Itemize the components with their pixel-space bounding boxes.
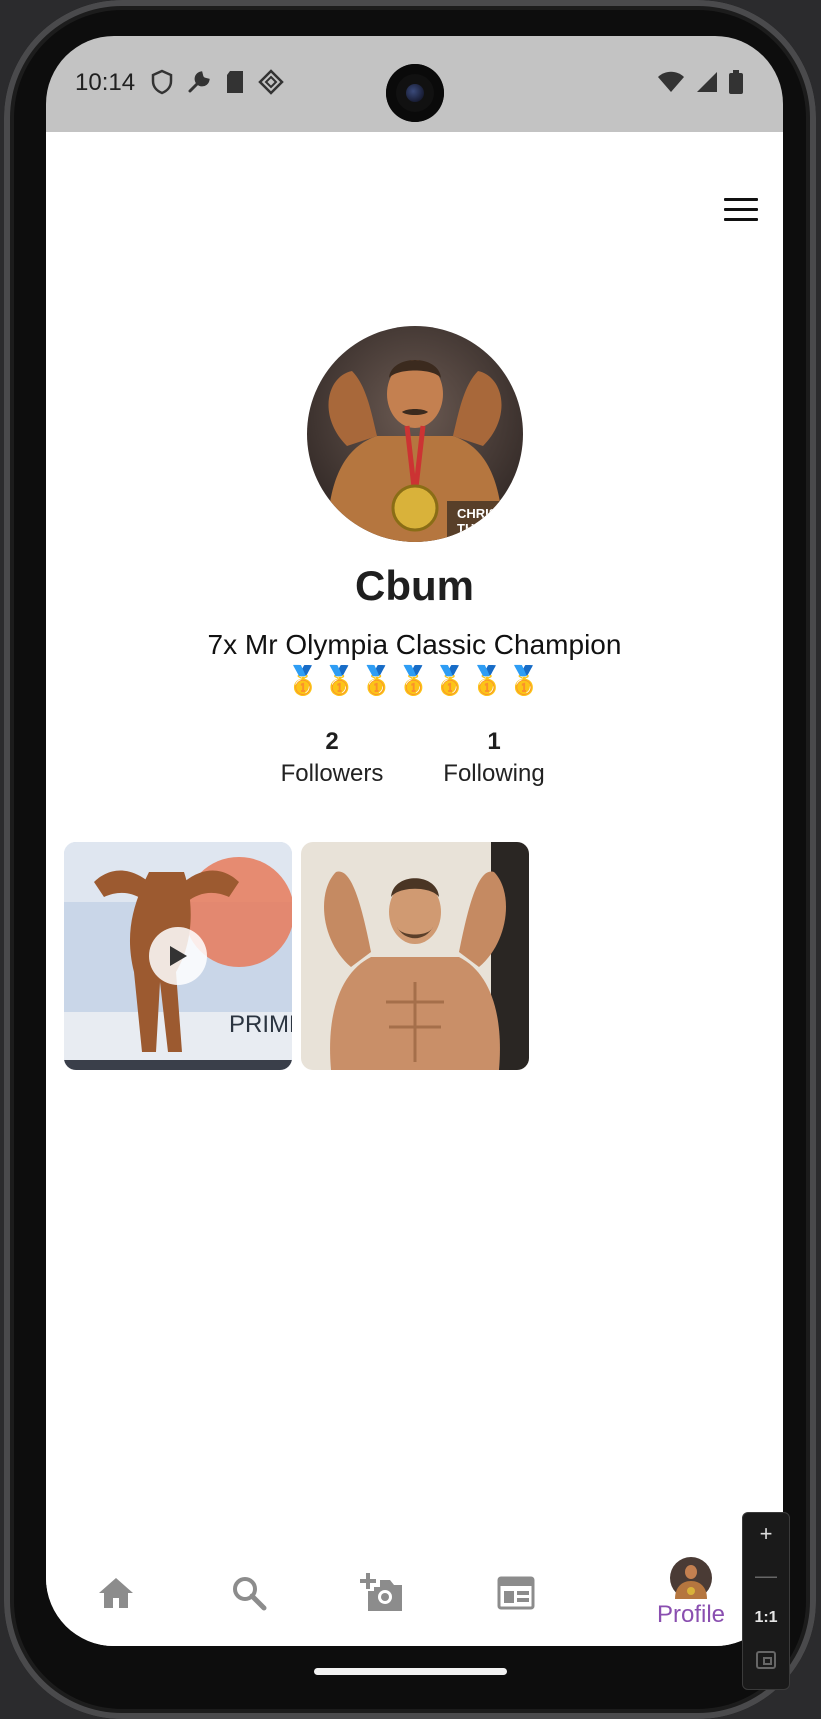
profile-avatar[interactable]: CHRIS BU THE L — [307, 326, 523, 542]
nav-profile-label: Profile — [656, 1601, 726, 1628]
zoom-in-button[interactable]: + — [743, 1513, 789, 1555]
following-count: 1 — [487, 728, 501, 755]
signal-icon — [697, 72, 717, 92]
status-bar: 10:14 — [46, 36, 783, 132]
bottom-navigation: Profile — [46, 1540, 783, 1646]
avatar — [670, 1557, 712, 1599]
menu-icon — [724, 198, 758, 201]
front-camera — [386, 64, 444, 122]
nav-search[interactable] — [219, 1540, 279, 1646]
post-thumbnail — [301, 842, 529, 1070]
wifi-icon — [658, 71, 684, 92]
avatar-photo: CHRIS BU THE L — [307, 326, 523, 542]
search-icon — [233, 1577, 267, 1611]
add-photo-icon — [360, 1573, 402, 1611]
home-icon — [99, 1578, 133, 1608]
menu-button[interactable] — [724, 198, 758, 224]
nav-profile[interactable]: Profile — [636, 1540, 746, 1646]
emulator-zoom-controls: + — 1:1 — [742, 1512, 790, 1690]
svg-text:PRIME: PRIME — [229, 1011, 292, 1038]
diamond-icon — [258, 69, 284, 95]
battery-icon — [729, 70, 743, 94]
fit-screen-button[interactable] — [743, 1639, 789, 1681]
followers-count: 2 — [325, 728, 339, 755]
device-screen: 10:14 CHRIS BU THE L Cbum 7x Mr Olympia … — [46, 36, 783, 1646]
nav-home[interactable] — [86, 1540, 146, 1646]
zoom-reset-button[interactable]: 1:1 — [743, 1597, 789, 1639]
posts-grid: PRIME — [64, 842, 529, 1070]
medals-row: 🥇🥇🥇🥇🥇🥇🥇 — [285, 665, 544, 696]
play-button[interactable] — [149, 927, 207, 985]
play-icon — [170, 946, 187, 966]
followers-stat[interactable]: 2 Followers — [247, 728, 417, 788]
svg-text:THE L: THE L — [457, 521, 495, 536]
nav-feed[interactable] — [486, 1540, 546, 1646]
sd-card-icon — [227, 71, 243, 93]
home-indicator[interactable] — [314, 1668, 507, 1675]
followers-label: Followers — [280, 760, 384, 787]
wrench-icon — [188, 71, 210, 93]
post-tile-photo[interactable] — [301, 842, 529, 1070]
status-time: 10:14 — [75, 69, 136, 96]
svg-text:CHRIS BU: CHRIS BU — [457, 506, 520, 521]
status-icons-left — [150, 69, 284, 95]
post-tile-video[interactable]: PRIME — [64, 842, 292, 1070]
feed-icon — [497, 1576, 535, 1610]
zoom-out-button[interactable]: — — [743, 1555, 789, 1597]
profile-name: Cbum — [355, 562, 474, 609]
fit-screen-icon — [756, 1651, 776, 1669]
following-stat[interactable]: 1 Following — [409, 728, 579, 788]
phone-frame: 10:14 CHRIS BU THE L Cbum 7x Mr Olympia … — [4, 0, 816, 1719]
profile-bio: 7x Mr Olympia Classic Champion — [207, 629, 622, 660]
following-label: Following — [443, 760, 545, 787]
shield-icon — [151, 69, 173, 95]
nav-add-post[interactable] — [352, 1540, 412, 1646]
profile-screen: CHRIS BU THE L Cbum 7x Mr Olympia Classi… — [46, 132, 783, 1646]
status-icons-right — [657, 70, 743, 94]
